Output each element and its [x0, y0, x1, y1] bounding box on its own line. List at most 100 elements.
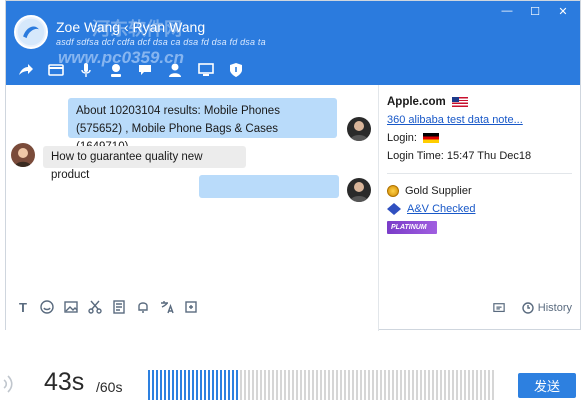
waveform-bar: [152, 370, 154, 400]
avatar[interactable]: [347, 178, 371, 202]
waveform-bar: [180, 370, 182, 400]
waveform-bar: [360, 370, 362, 400]
text-icon[interactable]: T: [16, 300, 30, 315]
waveform-bar: [212, 370, 214, 400]
waveform-bar: [376, 370, 378, 400]
company-link[interactable]: 360 alibaba test data note...: [387, 114, 523, 126]
microphone-icon[interactable]: [76, 61, 96, 79]
waveform-bar: [436, 370, 438, 400]
login-row: Login:: [387, 129, 580, 147]
waveform-bar: [324, 370, 326, 400]
waveform-bar: [388, 370, 390, 400]
gold-supplier-label: Gold Supplier: [405, 185, 472, 197]
company-name: Apple.com: [387, 96, 446, 108]
waveform-bar: [188, 370, 190, 400]
contact-names: Zoe Wang ‹ Ryan Wang: [56, 19, 206, 35]
login-time-row: Login Time: 15:47 Thu Dec18: [387, 147, 580, 165]
waveform-bar: [480, 370, 482, 400]
waveform-bar: [248, 370, 250, 400]
waveform-bar: [208, 370, 210, 400]
scissors-icon[interactable]: [88, 300, 102, 314]
avatar[interactable]: [347, 117, 371, 141]
platinum-row: PLATINUM: [387, 218, 580, 236]
link-row: 360 alibaba test data note...: [387, 111, 580, 129]
speaker-icon: [2, 372, 18, 396]
waveform-bar: [428, 370, 430, 400]
waveform-bar: [328, 370, 330, 400]
bell-icon[interactable]: [136, 300, 150, 314]
waveform-bar: [216, 370, 218, 400]
av-checked-link[interactable]: A&V Checked: [407, 203, 475, 215]
waveform-bar: [292, 370, 294, 400]
message-bubble-right[interactable]: About 10203104 results: Mobile Phones (5…: [68, 98, 337, 153]
window-controls: — ☐ ✕: [500, 5, 570, 18]
screen-icon[interactable]: [196, 61, 216, 79]
document-icon[interactable]: [112, 300, 126, 314]
shield-icon[interactable]: [226, 61, 246, 79]
company-row: Apple.com: [387, 93, 580, 111]
image-icon[interactable]: [64, 300, 78, 314]
avatar[interactable]: [11, 143, 35, 167]
profile-icon[interactable]: [166, 61, 186, 79]
waveform-bar: [420, 370, 422, 400]
screenshot-icon[interactable]: [184, 300, 198, 314]
waveform-bar: [264, 370, 266, 400]
waveform-bar: [352, 370, 354, 400]
waveform-bar: [268, 370, 270, 400]
waveform-bar: [392, 370, 394, 400]
waveform-bar: [488, 370, 490, 400]
minimize-button[interactable]: —: [500, 5, 514, 18]
waveform-bar: [280, 370, 282, 400]
send-button[interactable]: 发送: [518, 373, 576, 398]
message-bubble-left[interactable]: How to guarantee quality new product: [43, 146, 246, 181]
contacts-icon[interactable]: [106, 61, 126, 79]
emoji-icon[interactable]: [40, 300, 54, 314]
recording-waveform: [148, 370, 496, 400]
waveform-bar: [224, 370, 226, 400]
waveform-bar: [164, 370, 166, 400]
waveform-bar: [464, 370, 466, 400]
waveform-bar: [412, 370, 414, 400]
platinum-badge: PLATINUM: [387, 220, 437, 234]
waveform-bar: [404, 370, 406, 400]
waveform-bar: [384, 370, 386, 400]
waveform-bar: [456, 370, 458, 400]
waveform-bar: [320, 370, 322, 400]
waveform-bar: [240, 370, 242, 400]
transfer-icon[interactable]: [46, 61, 66, 79]
chat-window: 河东软件网 Zoe Wang ‹ Ryan Wang asdf sdfsa dc…: [5, 0, 581, 331]
waveform-bar: [468, 370, 470, 400]
waveform-bar: [424, 370, 426, 400]
login-time: Login Time: 15:47 Thu Dec18: [387, 150, 532, 162]
waveform-bar: [220, 370, 222, 400]
waveform-bar: [448, 370, 450, 400]
title-toolbar: [16, 61, 246, 79]
waveform-bar: [332, 370, 334, 400]
title-bar: 河东软件网 Zoe Wang ‹ Ryan Wang asdf sdfsa dc…: [6, 1, 580, 85]
waveform-bar: [312, 370, 314, 400]
contact-info-panel: Apple.com 360 alibaba test data note... …: [378, 85, 580, 331]
forward-icon[interactable]: [16, 61, 36, 79]
voice-record-bar: 43s /60s 发送: [0, 352, 586, 414]
waveform-bar: [272, 370, 274, 400]
gold-supplier-icon: [387, 185, 399, 197]
waveform-bar: [372, 370, 374, 400]
message-bubble-right[interactable]: [199, 175, 339, 198]
waveform-bar: [168, 370, 170, 400]
waveform-bar: [452, 370, 454, 400]
contact-avatar[interactable]: [14, 15, 48, 49]
waveform-bar: [156, 370, 158, 400]
waveform-bar: [460, 370, 462, 400]
close-button[interactable]: ✕: [556, 5, 570, 18]
waveform-bar: [296, 370, 298, 400]
waveform-bar: [192, 370, 194, 400]
waveform-bar: [236, 370, 238, 400]
us-flag-icon: [451, 97, 468, 107]
maximize-button[interactable]: ☐: [528, 5, 542, 18]
elapsed-time: 43s: [44, 368, 85, 396]
waveform-bar: [444, 370, 446, 400]
chat-icon[interactable]: [136, 61, 156, 79]
waveform-bar: [176, 370, 178, 400]
translate-icon[interactable]: [160, 300, 174, 314]
input-toolbar: T: [6, 293, 378, 321]
